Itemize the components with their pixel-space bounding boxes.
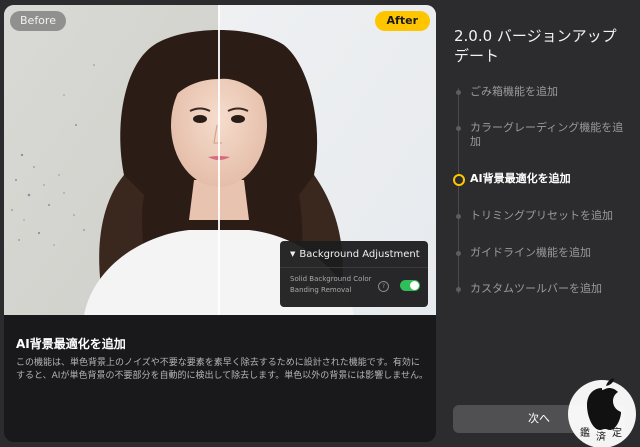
panel-divider — [280, 267, 428, 268]
timeline-item-label: カラーグレーディング機能を追加 — [470, 121, 624, 148]
watermark-char: 済 — [596, 430, 606, 443]
timeline-item-label: ごみ箱機能を追加 — [470, 85, 558, 98]
toggle-knob — [410, 281, 419, 290]
update-title: 2.0.0 バージョンアップデート — [454, 27, 617, 65]
before-badge: Before — [10, 11, 66, 31]
timeline-dot-icon — [456, 126, 461, 131]
banding-removal-label: Solid Background Color Banding Removal — [290, 275, 372, 294]
timeline-dot-icon — [456, 214, 461, 219]
before-after-preview: Before After ▼ Background Adjustment Soli… — [4, 5, 436, 315]
timeline-dot-icon — [456, 287, 461, 292]
timeline-item-label: AI背景最適化を追加 — [470, 172, 571, 185]
help-icon[interactable]: ? — [378, 281, 389, 292]
update-dialog: Before After ▼ Background Adjustment Soli… — [0, 0, 640, 447]
watermark-char: 定 — [612, 426, 622, 439]
watermark-char: 鑑 — [580, 426, 590, 439]
timeline-item-label: ガイドライン機能を追加 — [470, 246, 591, 259]
timeline-item-label: カスタムツールバーを追加 — [470, 282, 602, 295]
feature-description: この機能は、単色背景上のノイズや不要な要素を素早く除去するために設計された機能で… — [16, 358, 429, 381]
banding-removal-toggle[interactable] — [400, 280, 420, 291]
timeline-dot-icon — [456, 90, 461, 95]
timeline-item-label: トリミングプリセットを追加 — [470, 209, 613, 222]
collapse-triangle-icon[interactable]: ▼ — [290, 250, 295, 258]
timeline-line — [458, 88, 459, 294]
timeline-dot-icon — [456, 251, 461, 256]
after-badge: After — [374, 11, 430, 31]
apple-certified-watermark-icon: 鑑 済 定 — [568, 378, 636, 447]
timeline-active-dot-icon — [453, 174, 465, 186]
feature-title: AI背景最適化を追加 — [16, 337, 126, 351]
panel-header[interactable]: ▼ Background Adjustment — [290, 249, 420, 260]
panel-title: Background Adjustment — [299, 249, 420, 260]
background-adjustment-panel: ▼ Background Adjustment Solid Background … — [280, 241, 428, 307]
feature-card: Before After ▼ Background Adjustment Soli… — [4, 5, 436, 442]
